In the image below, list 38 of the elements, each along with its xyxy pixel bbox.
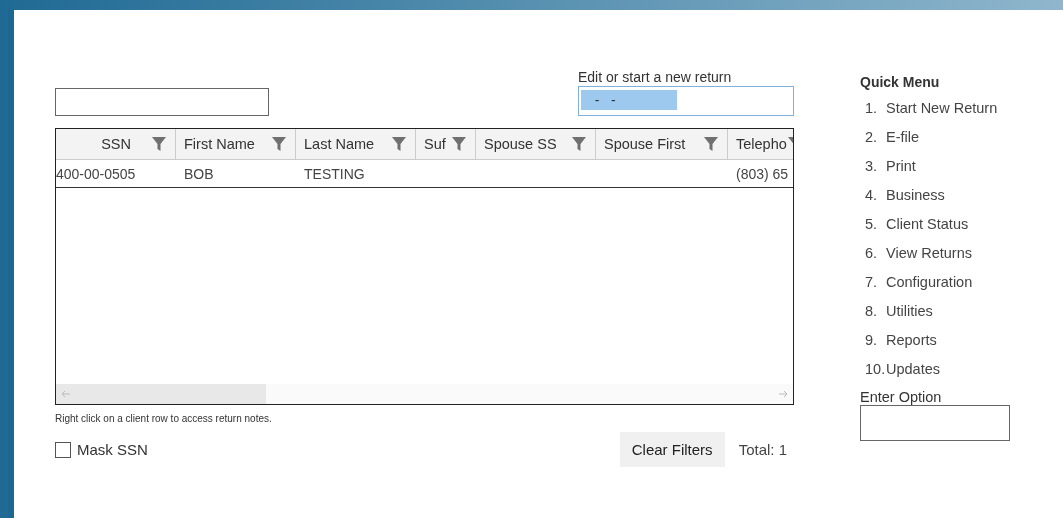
field-label: Enter Option xyxy=(860,389,943,405)
clear-filters-button[interactable]: Clear Filters xyxy=(619,432,725,467)
menu-item[interactable]: 2. E-file xyxy=(860,129,1010,158)
column-header[interactable]: Spouse SS xyxy=(484,136,557,152)
menu-item[interactable]: 6. View Returns xyxy=(860,245,1010,274)
table-cell: TESTING xyxy=(304,165,365,182)
menu-item[interactable]: 3. Print xyxy=(860,158,1010,187)
menu-item[interactable]: 8. Utilities xyxy=(860,303,1010,332)
column-header[interactable]: First Name xyxy=(184,136,255,152)
option-field[interactable] xyxy=(860,405,1010,441)
total-count: Total: 1 xyxy=(738,441,787,458)
return-field[interactable]: - - xyxy=(578,86,794,116)
column-header[interactable]: Spouse First xyxy=(604,136,686,152)
checkbox[interactable] xyxy=(55,441,71,458)
menu-item[interactable]: 5. Client Status xyxy=(860,216,1010,245)
menu-item[interactable]: 7. Configuration xyxy=(860,274,1010,303)
menu-item[interactable]: 10.Updates xyxy=(860,361,1010,390)
table-cell: 400-00-0505 xyxy=(56,165,136,182)
filter-icon[interactable] xyxy=(271,136,287,152)
menu-item[interactable]: 9. Reports xyxy=(860,332,1010,361)
field-label: Edit or start a new return xyxy=(578,69,733,85)
checkbox-label: Mask SSN xyxy=(77,441,148,458)
menu-item[interactable]: 4. Business xyxy=(860,187,1010,216)
table-cell: BOB xyxy=(184,165,214,182)
filter-icon[interactable] xyxy=(391,136,407,152)
column-header[interactable]: SSN xyxy=(101,136,131,152)
filter-icon[interactable] xyxy=(151,136,167,152)
filter-icon[interactable] xyxy=(451,136,467,152)
filter-icon[interactable] xyxy=(571,136,587,152)
menu-item[interactable]: 1. Start New Return xyxy=(860,100,1010,129)
table-cell: (803) 65 xyxy=(736,165,789,182)
hint-text: Right click on a client row to access return notes. xyxy=(55,413,273,424)
search-field[interactable] xyxy=(55,88,269,116)
column-header[interactable]: Telepho xyxy=(736,136,787,152)
column-header[interactable]: Last Name xyxy=(304,136,375,152)
column-header[interactable]: Suf xyxy=(424,136,446,152)
menu-title: Quick Menu xyxy=(860,74,941,90)
filter-icon[interactable] xyxy=(703,136,719,152)
